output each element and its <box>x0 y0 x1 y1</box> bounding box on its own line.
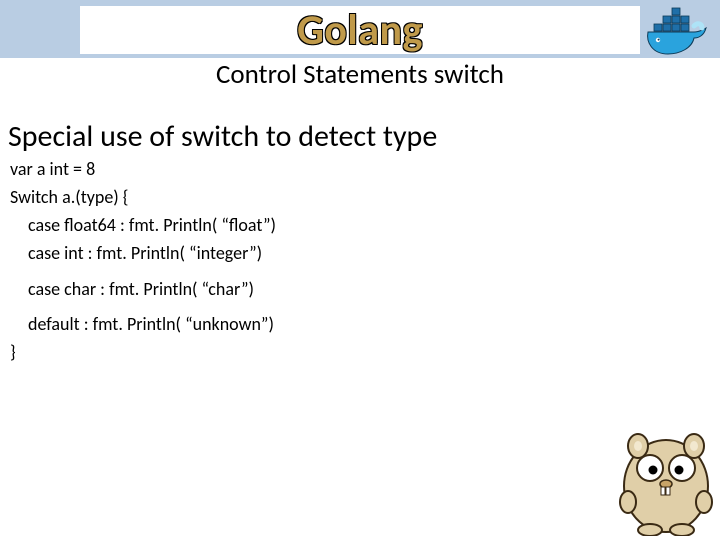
gopher-icon <box>606 416 716 536</box>
code-line-close: } <box>10 339 276 367</box>
code-line-case-int: case int : fmt. Println( “integer”) <box>10 240 276 268</box>
code-line-switch: Switch a.(type) { <box>10 184 276 212</box>
docker-icon <box>640 2 714 62</box>
code-line-case-char: case char : fmt. Println( “char”) <box>10 276 276 304</box>
code-line-var: var a int = 8 <box>10 156 276 184</box>
code-line-case-float: case float64 : fmt. Println( “float”) <box>10 212 276 240</box>
code-block: var a int = 8 Switch a.(type) { case flo… <box>10 156 276 367</box>
section-heading: Special use of switch to detect type <box>8 118 437 155</box>
title-box: Golang <box>80 6 640 54</box>
slide-subtitle: Control Statements switch <box>0 58 720 91</box>
code-line-default: default : fmt. Println( “unknown”) <box>10 311 276 339</box>
slide-title: Golang <box>297 5 423 56</box>
